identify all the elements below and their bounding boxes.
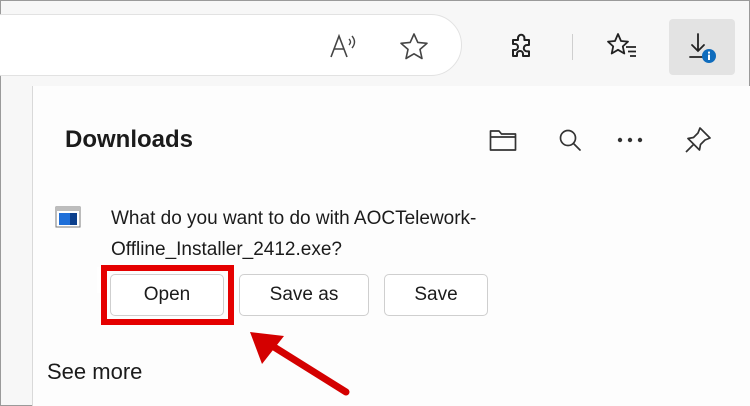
downloads-icon bbox=[689, 33, 716, 63]
favorite-star-icon[interactable] bbox=[393, 26, 435, 66]
panel-title: Downloads bbox=[65, 126, 194, 153]
folder-icon[interactable] bbox=[483, 120, 523, 160]
save-button[interactable]: Save bbox=[384, 274, 488, 316]
pin-icon[interactable] bbox=[678, 120, 718, 160]
downloads-button[interactable] bbox=[669, 19, 735, 75]
highlight-box bbox=[101, 265, 234, 325]
extensions-icon[interactable] bbox=[500, 24, 544, 68]
more-icon[interactable] bbox=[610, 120, 650, 160]
file-icon bbox=[55, 206, 81, 228]
annotation-arrow-icon bbox=[250, 332, 350, 396]
browser-toolbar bbox=[0, 2, 749, 87]
downloads-panel: Downloads What do you want to do with AO… bbox=[32, 86, 750, 406]
download-prompt-text: What do you want to do with AOCTelework-… bbox=[111, 208, 477, 260]
read-aloud-icon[interactable] bbox=[324, 26, 366, 66]
search-icon[interactable] bbox=[550, 120, 590, 160]
toolbar-separator bbox=[572, 34, 573, 60]
save-as-button[interactable]: Save as bbox=[239, 274, 369, 316]
browser-window: Downloads What do you want to do with AO… bbox=[0, 0, 750, 406]
favorites-icon[interactable] bbox=[600, 24, 644, 68]
see-more-link[interactable]: See more bbox=[47, 359, 142, 385]
